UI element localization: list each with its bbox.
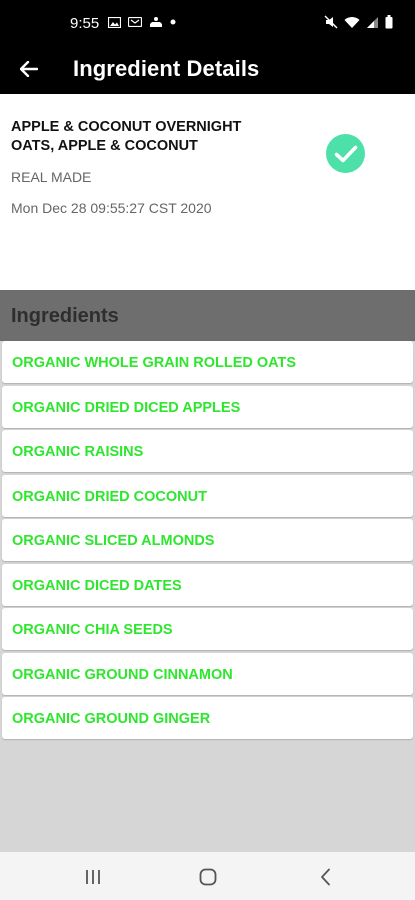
product-brand: REAL MADE [11,169,92,185]
status-left-icons [108,15,176,29]
list-item[interactable]: ORGANIC DRIED COCONUT [2,474,413,517]
product-card: APPLE & COCONUT OVERNIGHT OATS, APPLE & … [0,94,415,290]
page-title: Ingredient Details [73,56,260,81]
nav-back-button[interactable] [310,862,340,892]
recent-apps-icon [86,870,100,884]
cast-icon [150,17,162,27]
back-icon [321,868,330,886]
ingredient-label: ORGANIC RAISINS [12,444,144,460]
status-bar: 9:55 [0,0,415,44]
back-button[interactable] [14,54,44,84]
ingredient-list: ORGANIC WHOLE GRAIN ROLLED OATS ORGANIC … [2,341,413,742]
mute-icon [324,15,338,29]
ingredient-label: ORGANIC GROUND CINNAMON [12,666,233,683]
home-button[interactable] [193,862,223,892]
ingredient-label: ORGANIC CHIA SEEDS [12,622,173,638]
recent-apps-button[interactable] [78,862,108,892]
product-date: Mon Dec 28 09:55:27 CST 2020 [11,200,212,216]
list-item[interactable]: ORGANIC WHOLE GRAIN ROLLED OATS [2,341,413,383]
list-item[interactable]: ORGANIC RAISINS [2,430,413,472]
ingredient-label: ORGANIC DRIED COCONUT [12,488,207,505]
battery-icon [385,15,393,29]
ingredient-label: ORGANIC SLICED ALMONDS [12,533,215,549]
ingredients-title: Ingredients [11,305,119,327]
status-time: 9:55 [70,15,100,32]
ingredient-label: ORGANIC DICED DATES [12,577,182,594]
status-right-icons [324,14,393,30]
gallery-icon [108,16,121,28]
list-item[interactable]: ORGANIC GROUND CINNAMON [2,652,413,695]
app-bar: Ingredient Details [0,44,415,94]
product-name: APPLE & COCONUT OVERNIGHT OATS, APPLE & … [11,119,242,154]
link-icon [128,17,142,27]
list-item[interactable]: ORGANIC DICED DATES [2,563,413,606]
system-nav-bar [0,852,415,900]
ingredient-label: ORGANIC WHOLE GRAIN ROLLED OATS [12,355,297,371]
wifi-icon [344,16,360,28]
ingredient-label: ORGANIC GROUND GINGER [12,711,211,727]
arrow-left-icon [20,61,38,77]
home-icon [199,868,217,886]
dot-icon [170,19,176,25]
check-circle-icon [326,134,365,173]
signal-icon [367,16,378,28]
list-item[interactable]: ORGANIC DRIED DICED APPLES [2,385,413,428]
ingredient-label: ORGANIC DRIED DICED APPLES [12,399,241,416]
list-item[interactable]: ORGANIC GROUND GINGER [2,697,413,739]
list-item[interactable]: ORGANIC CHIA SEEDS [2,608,413,650]
ingredients-header: Ingredients [0,290,415,341]
list-item[interactable]: ORGANIC SLICED ALMONDS [2,519,413,561]
